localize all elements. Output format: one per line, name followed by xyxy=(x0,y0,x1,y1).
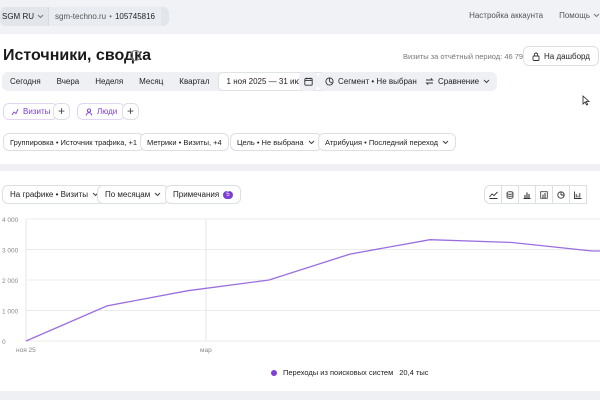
pie-chart-icon xyxy=(557,190,565,199)
pie-chart-type-button[interactable] xyxy=(552,185,570,204)
info-icon[interactable]: i xyxy=(130,50,141,61)
columns-icon xyxy=(540,190,548,199)
period-selector: Сегодня Вчера Неделя Месяц Квартал 1 ноя… xyxy=(2,72,339,91)
compare-dropdown[interactable]: Сравнение xyxy=(418,72,498,91)
segment-label: Сегмент • Не выбран xyxy=(338,77,417,86)
goal-dropdown[interactable]: Цель • Не выбрана xyxy=(230,133,322,151)
line-chart[interactable]: 0 1 000 2 000 3 000 4 000 ноя 25 мар xyxy=(0,211,600,361)
legend-series-name: Переходы из поисковых систем xyxy=(283,368,394,377)
chevron-down-icon xyxy=(37,14,44,19)
notes-button[interactable]: Примечания 5 xyxy=(165,185,241,204)
chevron-down-icon xyxy=(442,140,449,144)
person-icon xyxy=(85,107,93,116)
top-bar: SGM RU sgm-techno.ru • 105745816 Настрой… xyxy=(0,0,600,34)
page-title: Источники, сводка xyxy=(3,47,152,64)
chart-metric-label: На графике • Визиты xyxy=(10,190,88,199)
visits-tag-label: Визиты xyxy=(23,107,51,116)
add-people-filter-button[interactable]: + xyxy=(122,103,139,120)
line-chart-type-button[interactable] xyxy=(484,185,502,204)
y-tick-label: 3 000 xyxy=(2,248,19,255)
visits-tag[interactable]: Визиты xyxy=(3,103,59,120)
attribution-label: Атрибуция • Последний переход xyxy=(325,137,438,147)
chart-type-switcher xyxy=(484,185,587,204)
legend-series-total: 20,4 тыс xyxy=(399,368,429,377)
y-tick-label: 4 000 xyxy=(2,217,19,224)
mouse-cursor-icon xyxy=(582,95,590,106)
segment-icon xyxy=(325,77,334,86)
notes-count-badge: 5 xyxy=(223,190,233,199)
detail-dropdown[interactable]: По месяцам xyxy=(97,185,170,204)
stacked-chart-type-button[interactable] xyxy=(501,185,519,204)
goal-label: Цель • Не выбрана xyxy=(237,137,304,147)
compare-icon xyxy=(425,77,434,86)
notes-label: Примечания xyxy=(173,190,220,199)
chevron-down-icon xyxy=(154,192,161,197)
y-tick-label: 0 xyxy=(2,339,6,346)
x-tick-label: мар xyxy=(200,347,212,354)
site-domain: sgm-techno.ru xyxy=(55,12,107,21)
bar-chart-icon xyxy=(523,192,531,199)
stack-icon xyxy=(506,190,514,199)
bar-chart-type-button[interactable] xyxy=(518,185,536,204)
counter-id: 105745816 xyxy=(114,12,155,21)
period-month-button[interactable]: Месяц xyxy=(131,72,171,91)
report-header: Источники, сводка i Визиты за отчётный п… xyxy=(0,34,600,164)
y-tick-label: 1 000 xyxy=(2,309,19,316)
period-week-button[interactable]: Неделя xyxy=(87,72,131,91)
detail-label: По месяцам xyxy=(105,190,151,199)
series-line[interactable] xyxy=(25,239,600,342)
chart-legend[interactable]: Переходы из поисковых систем 20,4 тыс xyxy=(271,368,429,377)
column-chart-type-button[interactable] xyxy=(535,185,553,204)
y-tick-label: 2 000 xyxy=(2,278,19,285)
calendar-icon xyxy=(304,77,313,86)
compare-label: Сравнение xyxy=(438,77,480,86)
people-tag-label: Люди xyxy=(97,107,118,116)
help-label: Помощь xyxy=(559,11,590,20)
site-selector[interactable]: sgm-techno.ru • 105745816 xyxy=(48,7,161,26)
separator-dot: • xyxy=(109,12,112,21)
dashboard-button-label: На дашборд xyxy=(544,51,590,61)
account-settings-link[interactable]: Настройка аккаунта xyxy=(469,11,543,20)
add-to-dashboard-button[interactable]: На дашборд xyxy=(523,46,599,66)
chevron-down-icon xyxy=(308,140,314,144)
histogram-icon xyxy=(574,191,582,199)
chart-metric-dropdown[interactable]: На графике • Визиты xyxy=(2,185,107,204)
period-quarter-button[interactable]: Квартал xyxy=(171,72,217,91)
org-name: SGM RU xyxy=(2,12,34,21)
visits-summary: Визиты за отчётный период: 46 791 xyxy=(403,52,528,61)
line-chart-icon xyxy=(488,191,498,199)
people-tag[interactable]: Люди xyxy=(77,103,126,120)
org-selector[interactable]: SGM RU xyxy=(0,12,48,21)
add-visits-filter-button[interactable]: + xyxy=(53,103,70,120)
lock-icon xyxy=(532,52,540,61)
x-tick-label: ноя 25 xyxy=(16,347,36,354)
chevron-down-icon xyxy=(593,13,600,18)
period-today-button[interactable]: Сегодня xyxy=(2,72,49,91)
attribution-dropdown[interactable]: Атрибуция • Последний переход xyxy=(318,133,456,151)
series-swatch xyxy=(271,369,277,376)
counter-selector[interactable]: SGM RU sgm-techno.ru • 105745816 xyxy=(0,7,169,26)
period-yesterday-button[interactable]: Вчера xyxy=(49,72,88,91)
chevron-down-icon xyxy=(483,79,490,84)
histogram-chart-type-button[interactable] xyxy=(569,185,587,204)
visits-icon xyxy=(11,108,19,115)
calendar-button[interactable] xyxy=(299,72,318,91)
chart-panel: На графике • Визиты По месяцам Примечани… xyxy=(0,171,600,391)
help-menu[interactable]: Помощь xyxy=(559,11,600,20)
grouping-button[interactable]: Группировка • Источник трафика, +1 xyxy=(3,133,145,151)
metrics-button[interactable]: Метрики • Визиты, +4 xyxy=(140,133,229,151)
